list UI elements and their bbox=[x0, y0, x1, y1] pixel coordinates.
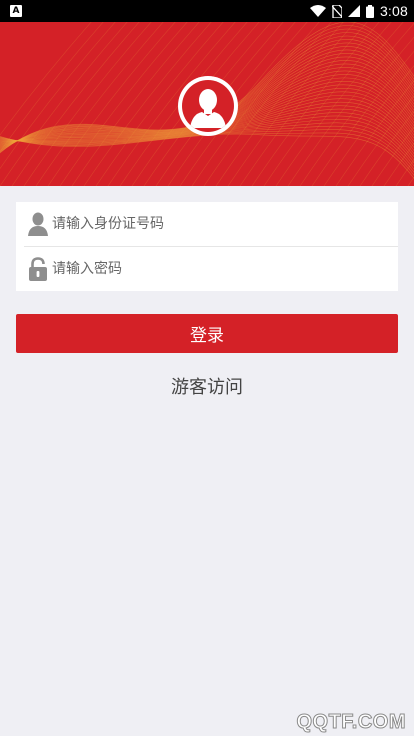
status-bar: A 3:08 bbox=[0, 0, 414, 22]
watermark-logo: QQTF.COM bbox=[296, 711, 406, 734]
battery-icon bbox=[365, 4, 374, 18]
wifi-icon bbox=[309, 5, 326, 17]
lock-icon bbox=[26, 256, 50, 282]
signal-icon bbox=[347, 5, 360, 17]
avatar bbox=[178, 76, 238, 136]
user-icon bbox=[26, 211, 50, 237]
login-form bbox=[16, 202, 398, 291]
id-number-input[interactable] bbox=[52, 204, 398, 244]
login-button[interactable]: 登录 bbox=[16, 314, 398, 353]
guest-access-link[interactable]: 游客访问 bbox=[0, 373, 414, 399]
no-sim-icon bbox=[331, 4, 342, 18]
password-input[interactable] bbox=[52, 248, 398, 289]
notification-app-icon: A bbox=[10, 5, 22, 17]
app-screen: A 3:08 请输入身份证号码 登录 游客访问 QQTF.COM bbox=[0, 0, 414, 736]
password-row bbox=[24, 246, 398, 290]
user-silhouette-icon bbox=[182, 80, 234, 132]
header-banner bbox=[0, 22, 414, 186]
id-number-row bbox=[16, 202, 398, 246]
status-time: 3:08 bbox=[379, 3, 408, 19]
